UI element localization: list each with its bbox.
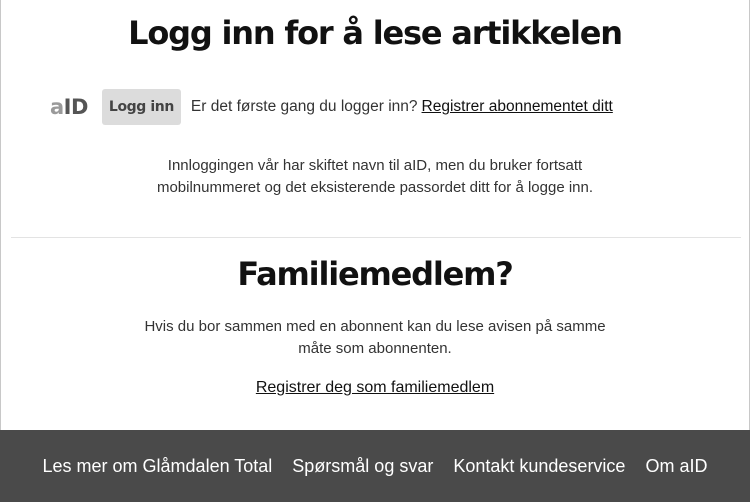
aid-logo-id: ID (63, 95, 89, 119)
login-heading: Logg inn for å lese artikkelen (128, 14, 623, 52)
family-info-line-2: måte som abonnenten. (298, 340, 452, 357)
frame-border-left (0, 0, 1, 430)
aid-logo-a: a (50, 95, 64, 119)
login-info-line-1: Innloggingen vår har skiftet navn til aI… (167, 157, 583, 174)
section-divider (11, 237, 741, 238)
aid-logo: aID (50, 95, 88, 119)
footer-link-customer-service[interactable]: Kontakt kundeservice (453, 456, 625, 477)
footer: Les mer om Glåmdalen Total Spørsmål og s… (0, 430, 750, 502)
login-row: aID Logg inn Er det første gang du logge… (50, 88, 613, 126)
family-info-text: Hvis du bor sammen med en abonnent kan d… (0, 316, 750, 360)
register-subscription-link[interactable]: Registrer abonnementet ditt (422, 98, 613, 116)
family-info-line-1: Hvis du bor sammen med en abonnent kan d… (144, 318, 606, 335)
login-info-text: Innloggingen vår har skiftet navn til aI… (0, 155, 750, 199)
footer-link-about-aid[interactable]: Om aID (645, 456, 707, 477)
first-time-text: Er det første gang du logger inn? (190, 98, 418, 115)
register-family-member-link[interactable]: Registrer deg som familiemedlem (256, 379, 494, 396)
family-register-row: Registrer deg som familiemedlem (0, 379, 750, 397)
footer-link-faq[interactable]: Spørsmål og svar (292, 456, 433, 477)
footer-link-glamdalen-total[interactable]: Les mer om Glåmdalen Total (43, 456, 273, 477)
family-heading: Familiemedlem? (237, 255, 513, 293)
login-info-line-2: mobilnummeret og det eksisterende passor… (156, 179, 594, 196)
login-button[interactable]: Logg inn (101, 89, 181, 125)
